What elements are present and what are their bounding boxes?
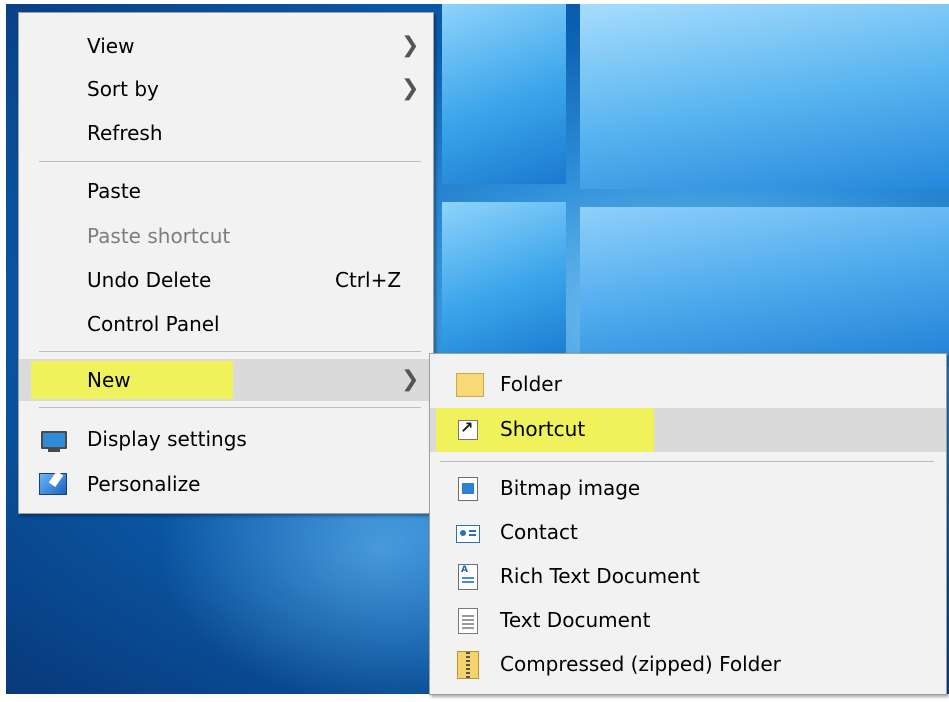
windows-logo-pane: [580, 4, 949, 189]
shortcut-icon: [458, 418, 478, 440]
menu-item-personalize[interactable]: Personalize: [19, 463, 433, 505]
menu-item-label: New: [87, 368, 131, 392]
menu-item-label: Paste: [87, 179, 141, 203]
menu-separator: [440, 461, 934, 462]
menu-item-control-panel[interactable]: Control Panel: [19, 303, 433, 345]
submenu-item-shortcut[interactable]: Shortcut: [430, 408, 946, 452]
shortcut-key-label: Ctrl+Z: [335, 268, 402, 292]
chevron-right-icon: ❯: [401, 367, 420, 392]
submenu-item-rich-text-document[interactable]: Rich Text Document: [430, 555, 946, 597]
desktop-context-menu: View ❯ Sort by ❯ Refresh Paste Paste sho…: [18, 12, 434, 514]
menu-item-refresh[interactable]: Refresh: [19, 112, 433, 154]
submenu-item-bitmap-image[interactable]: Bitmap image: [430, 467, 946, 509]
menu-item-display-settings[interactable]: Display settings: [19, 418, 433, 460]
windows-logo-pane: [442, 202, 566, 362]
rich-text-document-icon: [458, 564, 478, 590]
menu-item-label: Paste shortcut: [87, 224, 231, 248]
menu-item-label: Sort by: [87, 77, 159, 101]
submenu-item-label: Text Document: [500, 608, 651, 632]
submenu-item-label: Shortcut: [500, 417, 586, 441]
submenu-item-contact[interactable]: Contact: [430, 511, 946, 553]
chevron-right-icon: ❯: [401, 33, 420, 58]
menu-item-label: Undo Delete: [87, 268, 212, 292]
menu-item-undo-delete[interactable]: Undo Delete Ctrl+Z: [19, 259, 433, 301]
menu-item-view[interactable]: View ❯: [19, 25, 433, 67]
menu-item-label: Refresh: [87, 121, 163, 145]
personalize-icon: [39, 473, 67, 495]
submenu-item-label: Rich Text Document: [500, 564, 700, 588]
folder-icon: [456, 373, 484, 397]
submenu-item-label: Compressed (zipped) Folder: [500, 652, 781, 676]
menu-item-label: Control Panel: [87, 312, 220, 336]
menu-item-paste[interactable]: Paste: [19, 170, 433, 212]
windows-logo-pane: [442, 4, 566, 184]
windows-logo-pane: [580, 207, 949, 367]
menu-separator: [39, 407, 421, 408]
submenu-item-text-document[interactable]: Text Document: [430, 599, 946, 641]
menu-item-label: View: [87, 34, 135, 58]
submenu-item-label: Contact: [500, 520, 578, 544]
menu-item-new[interactable]: New ❯: [19, 359, 433, 401]
menu-separator: [39, 351, 421, 352]
highlight-marker: [31, 361, 233, 399]
menu-item-label: Personalize: [87, 472, 201, 496]
submenu-item-compressed-folder[interactable]: Compressed (zipped) Folder: [430, 643, 946, 685]
display-settings-icon: [41, 431, 67, 452]
menu-item-sort-by[interactable]: Sort by ❯: [19, 68, 433, 110]
contact-icon: [456, 525, 480, 543]
bitmap-image-icon: [458, 477, 478, 501]
zip-folder-icon: [457, 651, 479, 679]
submenu-item-folder[interactable]: Folder: [430, 363, 946, 405]
menu-item-label: Display settings: [87, 427, 247, 451]
submenu-item-label: Folder: [500, 372, 562, 396]
text-document-icon: [458, 608, 478, 634]
chevron-right-icon: ❯: [401, 76, 420, 101]
menu-item-paste-shortcut: Paste shortcut: [19, 215, 433, 257]
new-submenu: Folder Shortcut Bitmap image Contact Ric…: [429, 353, 947, 695]
menu-separator: [39, 161, 421, 162]
submenu-item-label: Bitmap image: [500, 476, 641, 500]
